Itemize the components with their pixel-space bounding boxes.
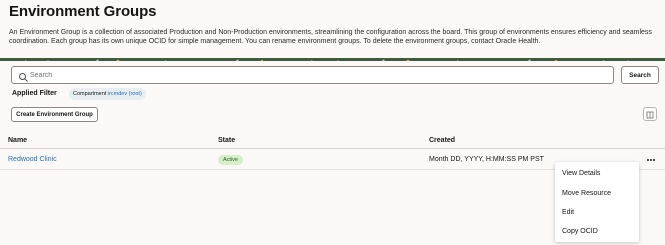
environment-group-link[interactable]: Redwood Clinic [8,156,57,163]
column-header-state[interactable]: State [218,137,235,144]
page-description: An Environment Group is a collection of … [9,29,652,46]
search-input[interactable] [30,68,610,83]
compartment-filter-chip[interactable]: Compartment ircmdev (root) [69,88,146,100]
decorative-banner [0,53,665,61]
menu-item-view-details[interactable]: View Details [562,170,600,177]
menu-item-edit[interactable]: Edit [562,209,574,216]
page-title: Environment Groups [9,3,157,20]
search-button[interactable]: Search [621,66,659,84]
column-settings-button[interactable] [643,107,657,121]
create-environment-group-button[interactable]: Create Environment Group [11,107,98,122]
menu-item-move-resource[interactable]: Move Resource [562,190,611,197]
search-icon [18,70,29,82]
status-badge: Active [218,155,243,165]
filter-chip-value: ircmdev (root) [107,91,142,97]
filter-chip-key: Compartment [73,91,107,97]
row-actions-menu: View Details Move Resource Edit Copy OCI… [555,162,639,242]
column-header-name[interactable]: Name [8,137,27,144]
created-date: Month DD, YYYY, H:MM:SS PM PST [429,156,544,163]
more-horizontal-icon [646,159,656,161]
table-header-divider [0,148,665,149]
search-box [11,66,614,84]
applied-filter-label: Applied Filter [12,90,57,97]
menu-item-copy-ocid[interactable]: Copy OCID [562,228,598,235]
column-header-created[interactable]: Created [429,137,455,144]
row-actions-button[interactable] [644,155,658,165]
columns-icon [646,111,654,119]
